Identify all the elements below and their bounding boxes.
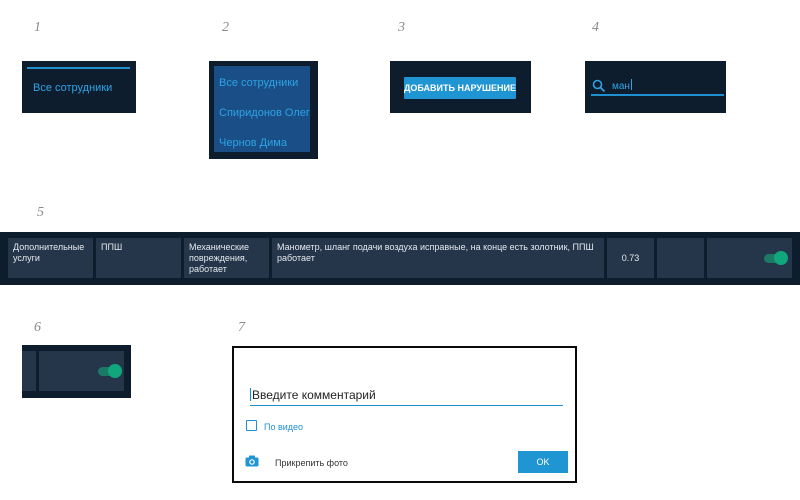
- search-input[interactable]: ман: [612, 79, 708, 93]
- section-number-3: 3: [398, 20, 405, 35]
- menu-item-spiridonov[interactable]: Спиридонов Олег: [219, 107, 310, 119]
- camera-icon[interactable]: [245, 455, 259, 467]
- table-cell-toggle: [707, 238, 792, 278]
- tab-panel: Все сотрудники: [22, 61, 136, 113]
- section-number-6: 6: [34, 320, 41, 335]
- add-violation-button[interactable]: ДОБАВИТЬ НАРУШЕНИЕ: [404, 77, 516, 99]
- comment-input[interactable]: Введите комментарий: [250, 388, 376, 402]
- section-number-7: 7: [238, 320, 245, 335]
- comment-dialog: Введите комментарий По видео Прикрепить …: [232, 346, 577, 483]
- violation-table-panel: Дополнительные услуги ППШ Механические п…: [0, 232, 800, 285]
- search-value: ман: [612, 81, 630, 92]
- employee-dropdown-menu: Все сотрудники Спиридонов Олег Чернов Ди…: [214, 66, 310, 152]
- section-number-2: 2: [222, 20, 229, 35]
- table-cell-toggle: [39, 351, 124, 391]
- section-number-1: 1: [34, 20, 41, 35]
- video-checkbox[interactable]: [246, 420, 257, 431]
- menu-item-all-employees[interactable]: Все сотрудники: [219, 77, 298, 89]
- ok-button[interactable]: OK: [518, 451, 568, 473]
- tab-all-employees[interactable]: Все сотрудники: [33, 82, 112, 94]
- text-caret: [630, 79, 632, 90]
- toggle-thumb: [774, 251, 788, 265]
- search-underline: [591, 94, 724, 96]
- table-cell-empty: [657, 238, 704, 278]
- section-number-4: 4: [592, 20, 599, 35]
- video-checkbox-label[interactable]: По видео: [264, 422, 303, 432]
- comment-placeholder: Введите комментарий: [252, 388, 376, 402]
- menu-item-chernov[interactable]: Чернов Дима: [219, 137, 287, 149]
- section-number-5: 5: [37, 205, 44, 220]
- text-caret: [250, 388, 251, 401]
- search-panel: ман: [585, 61, 726, 113]
- table-cell-description: Манометр, шланг подачи воздуха исправные…: [272, 238, 604, 278]
- employee-menu-panel: Все сотрудники Спиридонов Олег Чернов Ди…: [209, 61, 318, 159]
- button-panel: ДОБАВИТЬ НАРУШЕНИЕ: [390, 61, 531, 113]
- comment-underline: [250, 405, 563, 406]
- table-cell-partial: [22, 351, 36, 391]
- toggle-thumb: [108, 364, 122, 378]
- table-cell-equipment: ППШ: [96, 238, 181, 278]
- search-icon[interactable]: [592, 79, 606, 93]
- active-tab-indicator: [27, 67, 130, 69]
- table-cell-service: Дополнительные услуги: [8, 238, 93, 278]
- attach-photo-label[interactable]: Прикрепить фото: [275, 458, 348, 468]
- toggle-detail-panel: [22, 345, 131, 398]
- table-cell-damage: Механические повреждения, работает: [184, 238, 269, 278]
- table-cell-value: 0.73: [607, 238, 654, 278]
